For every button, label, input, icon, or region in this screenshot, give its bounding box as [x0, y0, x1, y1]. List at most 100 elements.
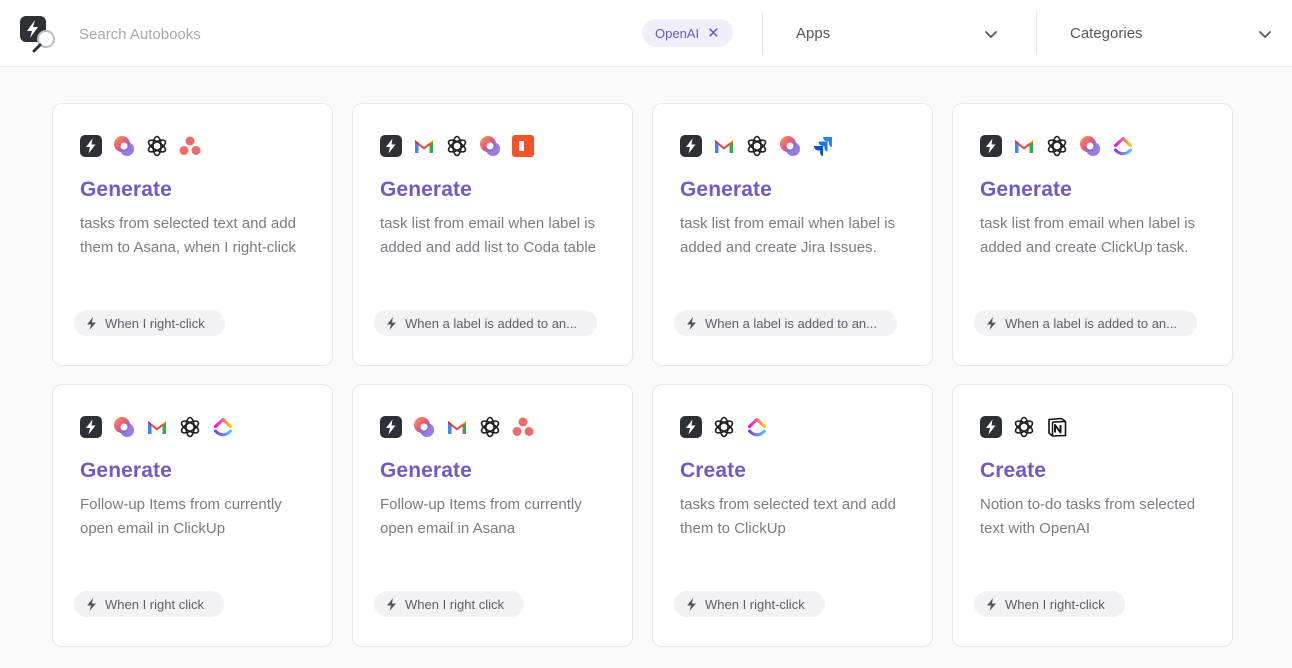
trigger-label: When I right click [105, 596, 204, 612]
card-title: Create [980, 459, 1046, 482]
asana-icon [511, 415, 535, 439]
microsoft-loop-icon [112, 415, 136, 439]
autobook-card[interactable]: Generate task list from email when label … [952, 103, 1233, 366]
card-title: Generate [980, 178, 1072, 201]
bolt-icon [87, 316, 96, 330]
trigger-label: When a label is added to an... [405, 315, 578, 331]
bolt-icon [79, 415, 103, 439]
app-icons [379, 134, 535, 158]
search-input[interactable] [79, 24, 479, 44]
categories-dropdown-label: Categories [1070, 25, 1143, 42]
app-icons [679, 134, 835, 158]
app-icons [679, 415, 769, 439]
bolt-icon [679, 134, 703, 158]
jira-icon [811, 134, 835, 158]
bolt-icon [987, 597, 996, 611]
bolt-icon [379, 134, 403, 158]
clickup-icon [745, 415, 769, 439]
divider [762, 12, 763, 55]
bolt-icon [679, 415, 703, 439]
close-icon[interactable]: ✕ [707, 26, 720, 41]
openai-icon [1045, 134, 1069, 158]
autobook-card[interactable]: Create Notion to-do tasks from selected t… [952, 384, 1233, 647]
autobook-card[interactable]: Generate Follow-up Items from currently o… [52, 384, 333, 647]
bolt-icon [387, 316, 396, 330]
trigger-label: When a label is added to an... [705, 315, 878, 331]
gmail-icon [445, 415, 469, 439]
trigger-label: When I right-click [1005, 596, 1105, 612]
openai-icon [712, 415, 736, 439]
card-title: Generate [80, 459, 172, 482]
bolt-icon [379, 415, 403, 439]
card-title: Generate [380, 459, 472, 482]
trigger-label: When a label is added to an... [1005, 315, 1178, 331]
chevron-down-icon [1259, 30, 1271, 38]
trigger-label: When I right-click [705, 596, 805, 612]
card-title: Create [680, 459, 746, 482]
gmail-icon [1012, 134, 1036, 158]
bolt-icon [987, 316, 996, 330]
bolt-icon [79, 134, 103, 158]
autobook-card[interactable]: Generate Follow-up Items from currently o… [352, 384, 633, 647]
trigger-badge: When I right click [374, 591, 524, 617]
apps-dropdown-label: Apps [796, 25, 831, 42]
card-description: tasks from selected text and add them to… [680, 496, 896, 537]
microsoft-loop-icon [112, 134, 136, 158]
openai-icon [445, 134, 469, 158]
coda-icon [511, 134, 535, 158]
card-description: Follow-up Items from currently open emai… [380, 496, 582, 537]
categories-dropdown[interactable]: Categories [1070, 12, 1272, 55]
trigger-badge: When a label is added to an... [974, 310, 1198, 336]
card-title: Generate [380, 178, 472, 201]
autobook-card[interactable]: Create tasks from selected text and add t… [652, 384, 933, 647]
trigger-badge: When I right-click [974, 591, 1125, 617]
trigger-badge: When a label is added to an... [674, 310, 898, 336]
top-bar: OpenAI ✕ Apps Categories [0, 0, 1292, 67]
bolt-icon [687, 316, 696, 330]
card-description: task list from email when label is added… [980, 215, 1196, 256]
trigger-label: When I right-click [105, 315, 205, 331]
card-title: Generate [80, 178, 172, 201]
app-logo-icon[interactable] [19, 15, 59, 53]
bolt-icon [687, 597, 696, 611]
autobook-card[interactable]: Generate tasks from selected text and add… [52, 103, 333, 366]
bolt-icon [979, 415, 1003, 439]
trigger-badge: When I right click [74, 591, 224, 617]
bolt-icon [387, 597, 396, 611]
bolt-icon [979, 134, 1003, 158]
openai-icon [145, 134, 169, 158]
filter-chip-openai[interactable]: OpenAI ✕ [642, 19, 733, 47]
card-description: task list from email when label is added… [680, 215, 896, 256]
trigger-badge: When a label is added to an... [374, 310, 598, 336]
asana-icon [178, 134, 202, 158]
app-icons [979, 415, 1069, 439]
app-icons [379, 415, 535, 439]
clickup-icon [211, 415, 235, 439]
apps-dropdown[interactable]: Apps [796, 12, 998, 55]
card-description: Notion to-do tasks from selected text wi… [980, 496, 1196, 537]
trigger-badge: When I right-click [674, 591, 825, 617]
app-icons [79, 415, 235, 439]
microsoft-loop-icon [478, 134, 502, 158]
chevron-down-icon [985, 30, 997, 38]
card-title: Generate [680, 178, 772, 201]
trigger-badge: When I right-click [74, 310, 225, 336]
trigger-label: When I right click [405, 596, 504, 612]
openai-icon [478, 415, 502, 439]
autobook-card[interactable]: Generate task list from email when label … [652, 103, 933, 366]
bolt-icon [87, 597, 96, 611]
microsoft-loop-icon [778, 134, 802, 158]
app-icons [79, 134, 202, 158]
microsoft-loop-icon [1078, 134, 1102, 158]
divider [1036, 12, 1037, 55]
openai-icon [745, 134, 769, 158]
card-description: tasks from selected text and add them to… [80, 215, 296, 256]
autobook-card[interactable]: Generate task list from email when label … [352, 103, 633, 366]
microsoft-loop-icon [412, 415, 436, 439]
card-description: Follow-up Items from currently open emai… [80, 496, 282, 537]
openai-icon [178, 415, 202, 439]
notion-icon [1045, 415, 1069, 439]
gmail-icon [412, 134, 436, 158]
filter-chip-label: OpenAI [655, 25, 700, 41]
gmail-icon [712, 134, 736, 158]
